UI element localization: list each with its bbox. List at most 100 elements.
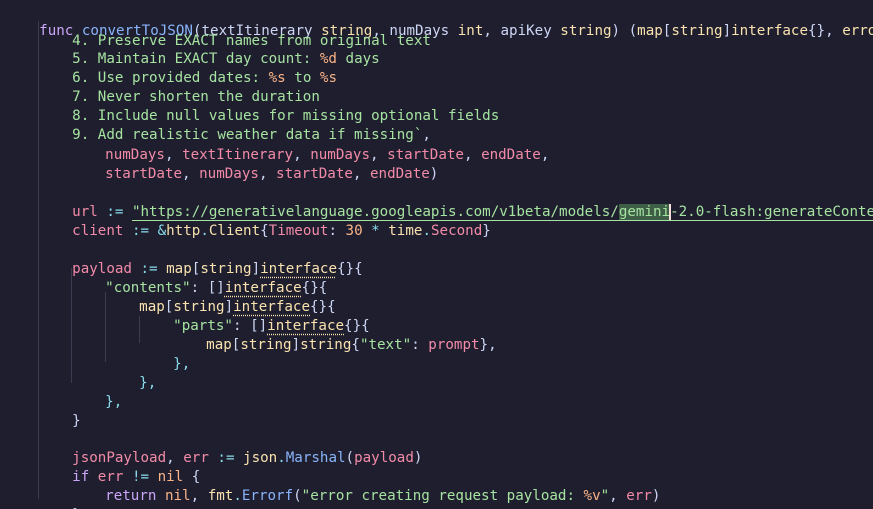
- code-token: ,: [352, 166, 370, 183]
- code-token: ,: [540, 147, 550, 164]
- code-token: {: [260, 223, 269, 240]
- code-token: :=: [208, 450, 244, 467]
- code-editor[interactable]: func convertToJSON(textItinerary string,…: [0, 0, 873, 509]
- code-token: ,: [609, 488, 627, 505]
- code-line: if err != nil {: [38, 449, 200, 485]
- code-token: :: [411, 337, 429, 354]
- code-token: "text": [359, 337, 412, 354]
- code-line: client := &http.Client{Timeout: 30 * tim…: [38, 203, 491, 239]
- code-token: :: [328, 223, 346, 240]
- code-token: "error creating request payload:: [301, 488, 584, 505]
- code-line: },: [71, 374, 122, 410]
- code-token: ): [651, 488, 661, 505]
- code-token: endDate: [481, 147, 541, 164]
- code-token: apiKey: [500, 23, 552, 40]
- code-token: payload: [354, 450, 414, 467]
- code-line: },: [105, 355, 156, 391]
- code-line: url := "https://generativelanguage.googl…: [38, 184, 873, 222]
- code-line: 8. Include null values for missing optio…: [38, 88, 499, 124]
- code-token: *: [362, 223, 389, 240]
- code-token: %s: [319, 70, 337, 87]
- code-token: fmt: [207, 488, 234, 505]
- code-token: startDate: [276, 166, 353, 183]
- code-token: json: [243, 450, 278, 467]
- code-token: startDate: [105, 166, 183, 183]
- code-token: ) (: [611, 23, 638, 40]
- code-line: "parts": []interface{}{: [139, 298, 369, 334]
- code-token: error: [842, 23, 873, 40]
- code-line: "contents": []interface{}{: [71, 260, 327, 296]
- code-line: payload := map[string]interface{}{: [38, 241, 362, 277]
- code-token: ): [429, 166, 439, 183]
- code-line: map[string]interface{}{: [105, 279, 335, 315]
- code-token: string: [300, 337, 352, 354]
- code-token: ,: [483, 23, 501, 40]
- code-token: prompt: [428, 337, 480, 354]
- code-token: (: [345, 450, 355, 467]
- code-token: Second: [430, 223, 483, 240]
- code-line: jsonPayload, err := json.Marshal(payload…: [38, 430, 422, 466]
- code-token: .: [277, 450, 286, 467]
- code-token: return: [105, 488, 165, 505]
- code-line: 6. Use provided dates: %s to %s: [38, 50, 337, 86]
- code-token: Client: [208, 223, 261, 240]
- code-token: ,: [825, 23, 843, 40]
- code-line: return nil, fmt.Errorf("error creating r…: [71, 468, 660, 504]
- code-token: },: [173, 356, 191, 373]
- code-token: %v: [583, 488, 601, 505]
- code-token: ,: [258, 166, 277, 183]
- code-token: Timeout: [268, 223, 329, 240]
- code-token: map: [637, 23, 663, 40]
- code-line: },: [139, 336, 190, 372]
- code-token: :=: [123, 223, 158, 240]
- code-token: ): [413, 450, 423, 467]
- code-token: ]: [291, 337, 301, 354]
- code-token: &: [157, 223, 167, 240]
- code-token: .: [233, 488, 242, 505]
- code-line: 9. Add realistic weather data if missing…: [38, 107, 431, 143]
- code-token: err: [626, 488, 652, 505]
- code-token: {}{: [336, 261, 363, 278]
- code-token: string: [671, 23, 723, 40]
- code-token: string: [240, 337, 292, 354]
- code-token: },: [479, 337, 497, 354]
- code-token: ,: [182, 166, 200, 183]
- code-token: {: [351, 337, 360, 354]
- code-token: http: [166, 223, 201, 240]
- code-token: ,: [190, 488, 208, 505]
- code-token: Marshal: [285, 450, 346, 467]
- code-token: nil: [164, 488, 191, 505]
- code-token: ,: [463, 147, 482, 164]
- code-token: 30: [345, 223, 363, 240]
- code-token: }: [482, 223, 491, 240]
- code-token: map: [206, 337, 232, 354]
- code-token: string: [551, 23, 612, 40]
- code-token: ]: [722, 23, 732, 40]
- code-line: map[string]string{"text": prompt},: [172, 317, 496, 353]
- code-token: },: [139, 375, 157, 392]
- code-token: .: [200, 223, 209, 240]
- code-token: },: [105, 394, 123, 411]
- code-token: }: [72, 413, 81, 430]
- code-line: }: [38, 487, 81, 509]
- code-line: 5. Maintain EXACT day count: %d days: [38, 31, 380, 67]
- url-string: -2.0-flash:generateContent": [670, 204, 873, 221]
- code-line: }: [38, 393, 81, 429]
- search-highlight: gemini: [618, 204, 671, 221]
- code-line: 7. Never shorten the duration: [38, 69, 320, 105]
- code-line: numDays, textItinerary, numDays, startDa…: [71, 127, 549, 163]
- code-token: interface: [731, 23, 808, 40]
- code-token: numDays: [199, 166, 259, 183]
- code-token: .: [422, 223, 431, 240]
- code-token: (: [293, 488, 302, 505]
- code-token: client: [72, 223, 124, 240]
- code-token: endDate: [370, 166, 430, 183]
- code-token: time: [388, 223, 423, 240]
- sticky-header-bg: [0, 0, 873, 24]
- code-token: ": [600, 488, 610, 505]
- code-token: Errorf: [241, 488, 294, 505]
- code-token: {}: [808, 23, 826, 40]
- code-token: days: [336, 51, 380, 68]
- code-line: startDate, numDays, startDate, endDate): [71, 146, 438, 182]
- code-token: int: [449, 23, 484, 40]
